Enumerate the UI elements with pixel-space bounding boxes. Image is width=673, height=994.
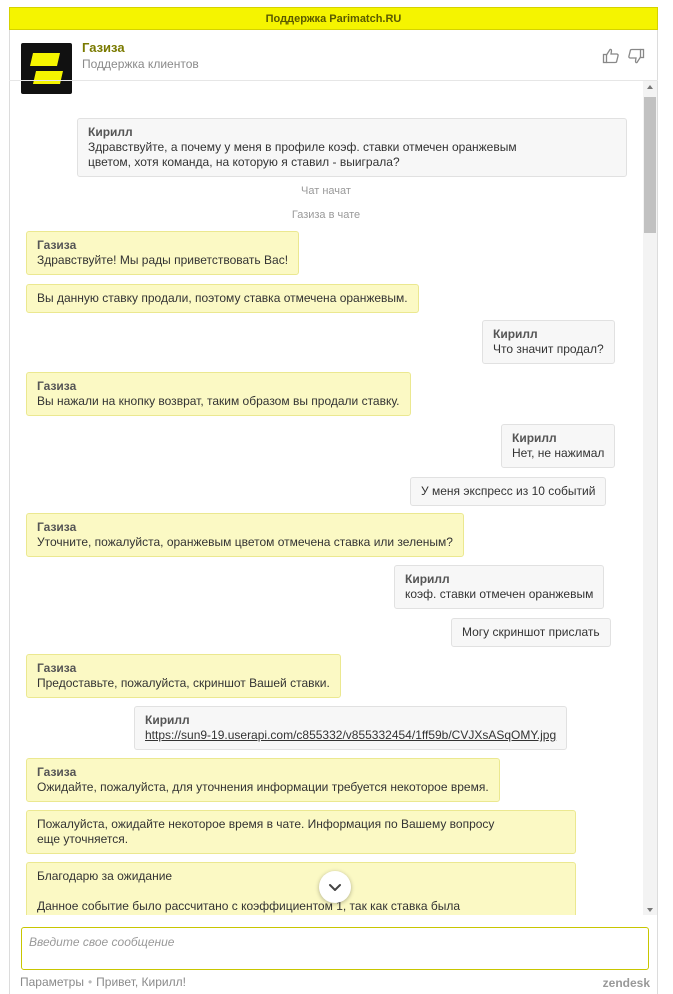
scrollbar-thumb[interactable] <box>644 97 656 233</box>
message-author: Газиза <box>37 520 77 534</box>
message-text: цветом, хотя команда, на которую я стави… <box>88 155 400 169</box>
message-text: Данное событие было рассчитано с коэффиц… <box>37 899 461 913</box>
message-author: Газиза <box>37 661 77 675</box>
message-text: Здравствуйте! Мы рады приветствовать Вас… <box>37 253 289 267</box>
agent-message: Вы данную ставку продали, поэтому ставка… <box>26 284 419 313</box>
user-message: Кирилл Здравствуйте, а почему у меня в п… <box>77 118 627 177</box>
chat-header: Газиза Поддержка клиентов <box>10 30 657 94</box>
message-text: Вы данную ставку продали, поэтому ставка… <box>37 291 408 305</box>
message-author: Кирилл <box>405 572 450 586</box>
message-author: Газиза <box>37 238 77 252</box>
message-text: Уточните, пожалуйста, оранжевым цветом о… <box>37 535 453 549</box>
message-text: коэф. ставки отмечен оранжевым <box>405 587 594 601</box>
agent-message: Газиза Здравствуйте! Мы рады приветствов… <box>26 231 300 275</box>
user-message: Кирилл Что значит продал? <box>482 320 615 364</box>
agent-message: Газиза Ожидайте, пожалуйста, для уточнен… <box>26 758 500 802</box>
scroll-down-arrow[interactable] <box>647 908 653 912</box>
message-text: Здравствуйте, а почему у меня в профиле … <box>88 140 517 154</box>
message-text: У меня экспресс из 10 событий <box>421 484 596 498</box>
user-message: У меня экспресс из 10 событий <box>410 477 607 506</box>
agent-message: Газиза Уточните, пожалуйста, оранжевым ц… <box>26 513 464 557</box>
message-text: Ожидайте, пожалуйста, для уточнения инфо… <box>37 780 489 794</box>
message-text: Пожалуйста, ожидайте некоторое время в ч… <box>37 817 495 831</box>
message-author: Кирилл <box>512 431 557 445</box>
user-message: Кирилл https://sun9-19.userapi.com/c8553… <box>134 706 568 750</box>
message-text: Предоставьте, пожалуйста, скриншот Вашей… <box>37 676 330 690</box>
scroll-up-arrow[interactable] <box>647 85 653 89</box>
message-text: Вы нажали на кнопку возврат, таким образ… <box>37 394 400 408</box>
system-message: Газиза в чате <box>291 209 361 221</box>
message-composer[interactable] <box>21 927 649 970</box>
message-text: Что значит продал? <box>493 342 604 356</box>
user-message: Могу скриншот прислать <box>451 618 611 647</box>
message-text: еще уточняется. <box>37 832 129 846</box>
greeting-text: Привет, Кирилл! <box>96 975 186 989</box>
user-message: Кирилл коэф. ставки отмечен оранжевым <box>394 565 605 609</box>
zendesk-logo[interactable]: zendesk <box>603 976 650 990</box>
thumbs-up-icon[interactable] <box>602 47 620 65</box>
settings-link[interactable]: Параметры <box>20 975 84 989</box>
message-link[interactable]: https://sun9-19.userapi.com/c855332/v855… <box>145 728 556 742</box>
message-author: Газиза <box>37 765 77 779</box>
agent-message: Благодарю за ожидание Данное событие был… <box>26 862 576 915</box>
separator-dot: • <box>87 975 93 989</box>
agent-subtitle: Поддержка клиентов <box>82 57 199 71</box>
system-message: Чат начат <box>301 185 351 197</box>
message-author: Кирилл <box>88 125 133 139</box>
message-input[interactable] <box>22 928 648 969</box>
chevron-down-icon <box>329 884 341 891</box>
agent-message: Газиза Предоставьте, пожалуйста, скриншо… <box>26 654 341 698</box>
chat-footer: Параметры • Привет, Кирилл! zendesk <box>20 975 650 990</box>
thumbs-down-icon[interactable] <box>627 47 645 65</box>
widget-title-bar: Поддержка Parimatch.RU <box>9 7 658 30</box>
agent-message: Пожалуйста, ожидайте некоторое время в ч… <box>26 810 576 854</box>
message-author: Кирилл <box>145 713 190 727</box>
scrollbar[interactable] <box>643 81 657 915</box>
agent-name: Газиза <box>82 40 125 55</box>
message-author: Газиза <box>37 379 77 393</box>
message-list[interactable]: Кирилл Здравствуйте, а почему у меня в п… <box>9 80 658 915</box>
message-author: Кирилл <box>493 327 538 341</box>
message-text: Благодарю за ожидание <box>37 869 173 883</box>
message-text: Могу скриншот прислать <box>462 625 600 639</box>
agent-message: Газиза Вы нажали на кнопку возврат, таки… <box>26 372 411 416</box>
scroll-to-bottom-button[interactable] <box>319 871 351 903</box>
user-message: Кирилл Нет, не нажимал <box>501 424 616 468</box>
message-text: Нет, не нажимал <box>512 446 605 460</box>
